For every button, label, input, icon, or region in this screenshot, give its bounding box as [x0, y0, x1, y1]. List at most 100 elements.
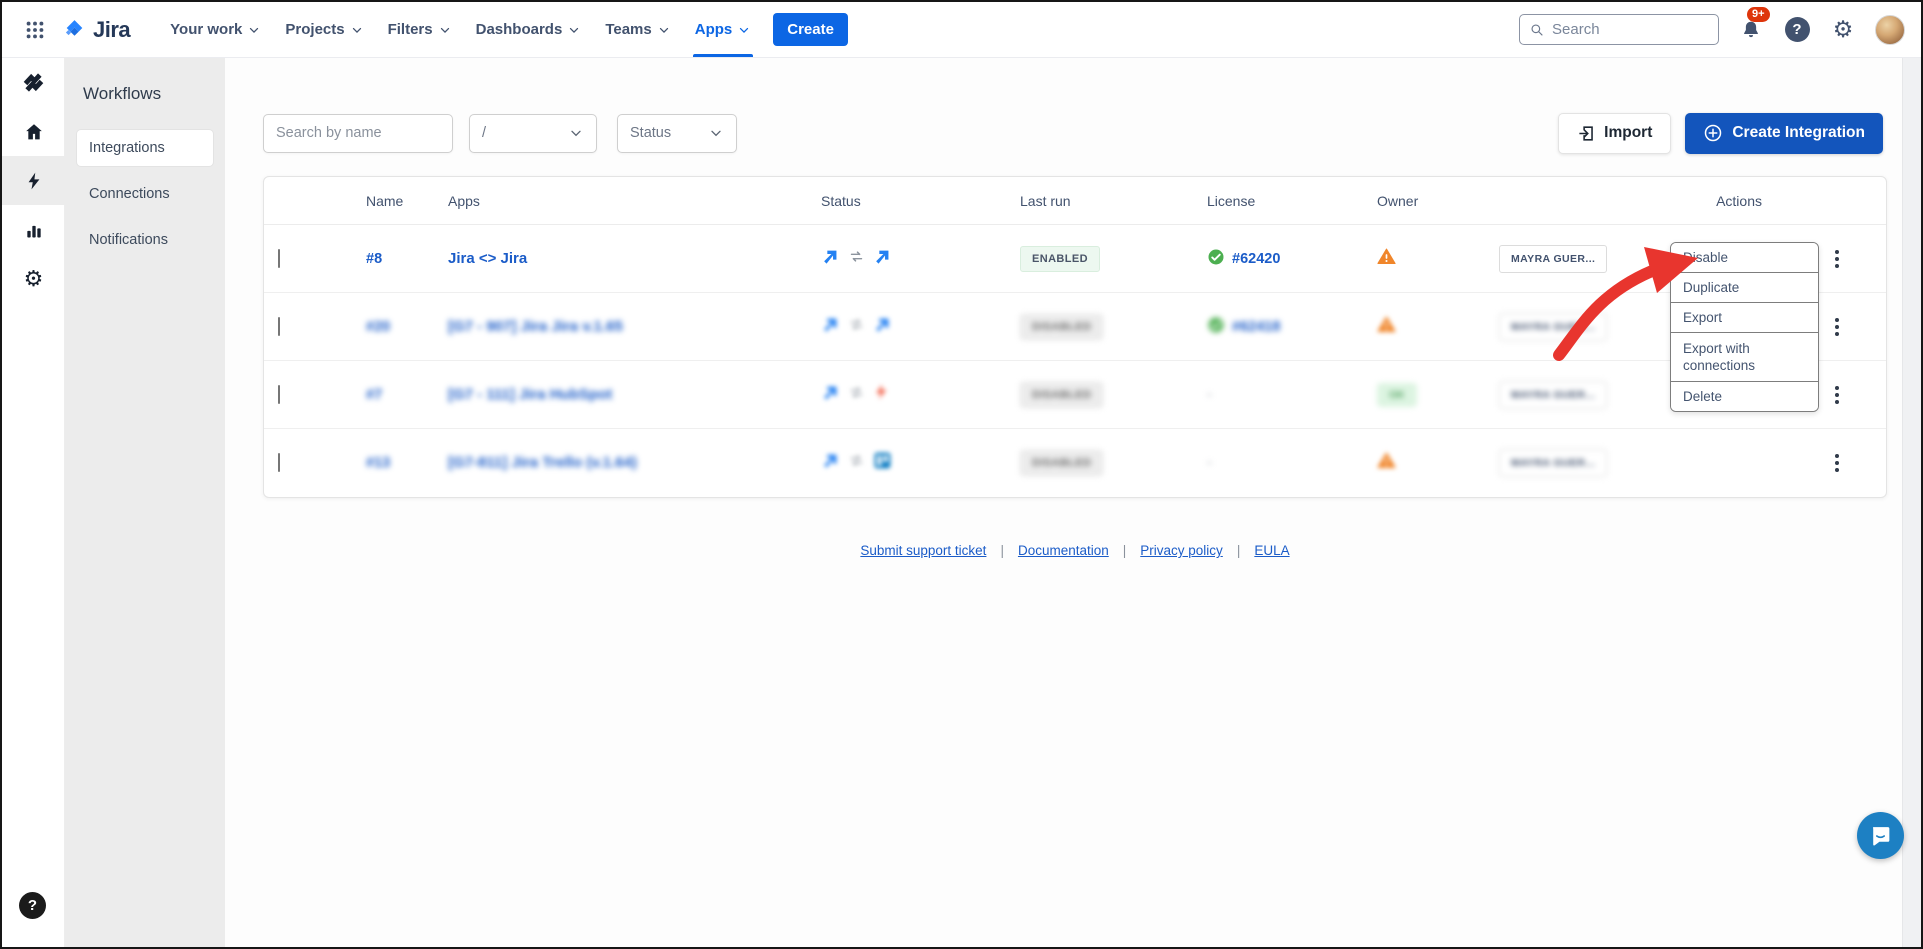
filter-search-input[interactable] [263, 114, 453, 153]
owner-chip[interactable]: MAYRA GUER... [1499, 313, 1607, 341]
nav-item-your-work[interactable]: Your work [158, 2, 273, 57]
menu-item-disable[interactable]: Disable [1671, 243, 1818, 273]
footer-link-eula[interactable]: EULA [1254, 543, 1289, 558]
import-button[interactable]: Import [1558, 113, 1671, 154]
integration-id-link[interactable]: #8 [366, 251, 382, 267]
main-content: / Status Import [225, 58, 1921, 947]
notification-badge: 9+ [1747, 7, 1770, 22]
kebab-dot [1835, 250, 1839, 254]
status-badge: ENABLED [1020, 246, 1100, 272]
row-checkbox[interactable] [278, 249, 280, 268]
sidebar-item-integrations[interactable]: Integrations [77, 130, 213, 166]
help-button[interactable]: ? [1783, 16, 1811, 44]
owner-chip[interactable]: MAYRA GUER... [1499, 449, 1607, 477]
jira-mark-icon [62, 17, 87, 42]
status-dropdown-value: Status [630, 125, 671, 141]
rail-settings[interactable]: ⚙ [2, 254, 65, 303]
last-run-link[interactable]: #62418 [1232, 319, 1280, 335]
owner-chip[interactable]: MAYRA GUER... [1499, 245, 1607, 273]
row-actions-menu-button[interactable] [1824, 448, 1850, 478]
kebab-dot [1835, 461, 1839, 465]
cell-license [1377, 248, 1499, 270]
rail-app-logo[interactable] [2, 58, 65, 107]
rail-reports[interactable] [2, 205, 65, 254]
sidebar-item-connections[interactable]: Connections [77, 176, 213, 212]
app-icon [873, 383, 891, 401]
jira-icon-wrap [873, 247, 892, 271]
row-checkbox[interactable] [278, 317, 280, 336]
nav-item-label: Apps [695, 21, 733, 38]
kebab-dot [1835, 257, 1839, 261]
success-check-icon [1207, 248, 1225, 266]
user-avatar[interactable] [1875, 15, 1905, 45]
menu-item-export-with-connections[interactable]: Export with connections [1671, 333, 1818, 382]
row-checkbox[interactable] [278, 453, 280, 472]
kebab-dot [1835, 393, 1839, 397]
license-warning-wrap [1377, 456, 1396, 473]
integration-name-link[interactable]: Jira <> Jira [448, 250, 527, 267]
nav-item-apps[interactable]: Apps [683, 2, 764, 57]
search-input[interactable] [1552, 21, 1708, 38]
cell-apps [821, 383, 1020, 407]
owner-chip[interactable]: MAYRA GUER... [1499, 381, 1607, 409]
integrations-table: NameAppsStatusLast runLicenseOwnerAction… [263, 176, 1887, 498]
create-button[interactable]: Create [773, 13, 848, 46]
chat-widget-button[interactable] [1857, 812, 1904, 859]
cell-apps [821, 315, 1020, 339]
footer-link-documentation[interactable]: Documentation [1018, 543, 1109, 558]
footer-link-privacy-policy[interactable]: Privacy policy [1140, 543, 1223, 558]
cell-name: Jira <> Jira [448, 250, 821, 268]
row-checkbox[interactable] [278, 385, 280, 404]
settings-button[interactable]: ⚙ [1829, 16, 1857, 44]
app-switcher-icon[interactable] [22, 17, 48, 43]
rail-help-button[interactable]: ? [19, 892, 46, 919]
sidebar: Workflows Integrations Connections Notific… [65, 58, 225, 947]
menu-item-duplicate[interactable]: Duplicate [1671, 273, 1818, 303]
nav-item-label: Projects [285, 21, 344, 38]
rail-integrations[interactable] [2, 156, 65, 205]
integration-id-link[interactable]: #20 [366, 319, 390, 335]
row-actions-menu-button[interactable] [1824, 312, 1850, 342]
footer-link-submit-support-ticket[interactable]: Submit support ticket [860, 543, 986, 558]
column-header-name: Name [366, 193, 448, 209]
scrollbar[interactable] [1902, 58, 1921, 947]
nav-item-dashboards[interactable]: Dashboards [464, 2, 594, 57]
cell-actions [1789, 448, 1886, 478]
cell-last-run: - [1207, 455, 1377, 471]
global-search[interactable] [1519, 14, 1719, 45]
integration-id-link[interactable]: #13 [366, 455, 390, 471]
status-dropdown[interactable]: Status [617, 114, 737, 153]
row-actions-menu-button[interactable] [1824, 380, 1850, 410]
exchange-icon [849, 317, 864, 332]
menu-item-delete[interactable]: Delete [1671, 382, 1818, 411]
type-dropdown[interactable]: / [469, 114, 597, 153]
menu-item-export[interactable]: Export [1671, 303, 1818, 333]
row-context-menu: DisableDuplicateExportExport with connec… [1670, 242, 1819, 412]
jira-logo[interactable]: Jira [62, 17, 130, 43]
grid-dots-icon [24, 19, 46, 41]
gear-icon: ⚙ [24, 268, 44, 290]
license-ok-badge: OK [1377, 383, 1417, 407]
integration-name-link[interactable]: [G7 - 907] Jira Jira v.1.65 [448, 318, 623, 335]
footer-separator: | [1237, 543, 1241, 558]
integration-name-link[interactable]: [G7-811] Jira Trello (v.1.64) [448, 454, 637, 471]
notifications-button[interactable]: 9+ [1737, 16, 1765, 44]
nav-item-projects[interactable]: Projects [273, 2, 375, 57]
sidebar-item-notifications[interactable]: Notifications [77, 222, 213, 258]
row-actions-menu-button[interactable] [1824, 244, 1850, 274]
column-header-license: License [1207, 193, 1377, 209]
column-header-apps: Apps [448, 193, 821, 209]
rail-home[interactable] [2, 107, 65, 156]
nav-item-filters[interactable]: Filters [376, 2, 464, 57]
integration-name-link[interactable]: [G7 - 111] Jira HubSpot [448, 386, 612, 403]
import-icon [1577, 124, 1596, 143]
sidebar-title: Workflows [83, 84, 213, 104]
last-run-link[interactable]: #62420 [1232, 251, 1280, 267]
nav-item-teams[interactable]: Teams [593, 2, 682, 57]
primary-nav: Your work Projects FiltersDashboardsTeams A… [158, 2, 763, 57]
create-integration-button[interactable]: Create Integration [1685, 113, 1883, 154]
integration-id-link[interactable]: #7 [366, 387, 382, 403]
run-success-icon-wrap [1207, 248, 1225, 270]
footer-separator: | [1123, 543, 1127, 558]
chevron-down-icon [657, 23, 671, 37]
